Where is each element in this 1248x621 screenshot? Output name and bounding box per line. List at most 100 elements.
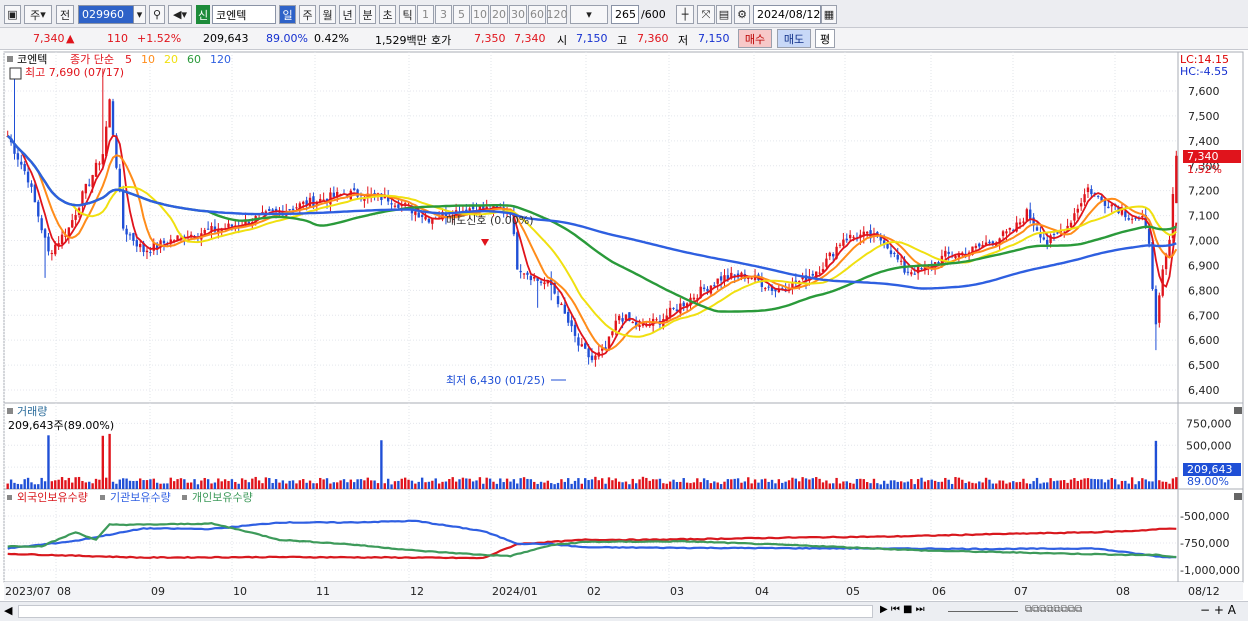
volume-bar	[1063, 480, 1066, 489]
interval-60[interactable]: 60	[528, 5, 546, 24]
volume-bar	[16, 483, 20, 489]
volume-bar	[563, 481, 567, 489]
interval-1[interactable]: 1	[417, 5, 434, 24]
date-input[interactable]: 2024/08/12	[753, 5, 821, 24]
candle-body	[1035, 227, 1039, 231]
crosshair-icon[interactable]: ⤧	[697, 5, 715, 24]
price-tick: 7,100	[1188, 210, 1220, 223]
candle-body	[893, 252, 896, 254]
play-controls-icon[interactable]: ▶ ⏮ ■ ⏭	[880, 604, 925, 615]
pane-close-icon[interactable]	[1234, 493, 1242, 500]
low-price: 7,150	[698, 32, 730, 45]
volume-bar	[1049, 478, 1052, 489]
volume-bar	[1018, 481, 1022, 489]
sell-button[interactable]: 매도	[777, 29, 811, 48]
stock-chart[interactable]: 6,400 6,500 6,600 6,700 6,800 6,900 7,000 7,100…	[0, 51, 1248, 601]
interval-30[interactable]: 30	[509, 5, 527, 24]
volume-bar	[961, 479, 964, 489]
buy-button[interactable]: 매수	[738, 29, 772, 48]
volume-bar	[118, 479, 121, 489]
candle-body	[1158, 295, 1161, 323]
period-5[interactable]: 초	[379, 5, 396, 24]
candle-body	[543, 282, 546, 285]
period-4[interactable]: 분	[359, 5, 376, 24]
volume-bar	[414, 483, 417, 489]
candle-body	[1175, 155, 1178, 204]
chart-type-select[interactable]: 주 ▾	[24, 5, 52, 24]
interval-5[interactable]: 5	[453, 5, 470, 24]
scroll-left-icon[interactable]: ◀	[4, 604, 12, 617]
volume-bar	[1052, 481, 1056, 489]
candle-body	[533, 276, 536, 279]
interval-3[interactable]: 3	[435, 5, 452, 24]
candle-body	[906, 271, 910, 273]
volume-bar	[281, 480, 285, 489]
sound-icon[interactable]: ◀▾	[168, 5, 192, 24]
volume-bar	[407, 479, 410, 489]
candle-body	[1168, 239, 1171, 256]
code-input[interactable]: 029960	[78, 5, 134, 24]
volume-bar	[865, 482, 869, 489]
candle-body	[403, 203, 407, 205]
prev-button[interactable]: 전	[56, 5, 74, 24]
interval-20[interactable]: 20	[490, 5, 508, 24]
candle-body	[47, 236, 50, 252]
price-tick: 6,900	[1188, 259, 1220, 272]
gear-icon[interactable]: ⚙	[734, 5, 750, 24]
volume-bar	[189, 482, 193, 489]
candle-body	[944, 250, 947, 257]
count-total: /600	[641, 8, 666, 21]
pane-icon	[7, 408, 13, 414]
candle-body	[974, 245, 978, 248]
layout-icon[interactable]: ▣	[4, 5, 21, 24]
pane-close-icon[interactable]	[1234, 407, 1242, 414]
interval-120[interactable]: 120	[547, 5, 568, 24]
search-icon[interactable]: ⚲	[149, 5, 165, 24]
candle-body	[427, 218, 431, 223]
candle-body	[420, 215, 424, 217]
code-dropdown-icon[interactable]: ▾	[134, 5, 146, 24]
volume-bar	[998, 480, 1001, 489]
interval-dropdown[interactable]: ▾	[570, 5, 608, 24]
volume-bar	[876, 483, 879, 489]
period-3[interactable]: 년	[339, 5, 356, 24]
period-1[interactable]: 주	[299, 5, 316, 24]
scroll-bar[interactable]: ◀ ▶ ⏮ ■ ⏭ ⧉⧉⧉⧉⧉⧉⧉⧉ − + A	[0, 601, 1248, 621]
volume-bar	[383, 483, 386, 489]
calendar-icon[interactable]: ▦	[821, 5, 837, 24]
tool-icons[interactable]: ⧉⧉⧉⧉⧉⧉⧉⧉	[1025, 604, 1082, 615]
scroll-track[interactable]	[18, 605, 873, 618]
volume-bar	[94, 478, 98, 489]
volume-bar	[940, 481, 944, 489]
volume-bar	[743, 481, 747, 489]
volume-bar	[706, 480, 709, 489]
period-2[interactable]: 월	[319, 5, 336, 24]
ma-legend-item: 20	[164, 53, 178, 66]
candle-body	[26, 171, 30, 183]
candle-icon[interactable]: ┼	[676, 5, 694, 24]
volume-bar	[98, 479, 101, 489]
zoom-icons[interactable]: − + A	[1200, 603, 1236, 617]
interval-10[interactable]: 10	[471, 5, 489, 24]
volume-bar	[502, 482, 505, 489]
volume-bar	[828, 483, 831, 489]
candle-body	[414, 211, 417, 215]
volume-bar	[230, 479, 234, 489]
calendar-icon[interactable]	[9, 67, 22, 80]
volume-bar	[1012, 481, 1015, 489]
candle-body	[764, 288, 767, 290]
volume-bar	[1025, 483, 1029, 489]
volume-bar	[84, 482, 88, 489]
save-icon[interactable]: ▤	[716, 5, 732, 24]
ma-legend-item: 10	[141, 53, 155, 66]
stock-name-field[interactable]: 코엔텍	[212, 5, 276, 24]
volume-bar	[105, 477, 108, 489]
period-0[interactable]: 일	[279, 5, 296, 24]
count-input[interactable]: 265	[611, 5, 639, 24]
period-6[interactable]: 틱	[399, 5, 416, 24]
volume-bar	[373, 480, 376, 489]
eval-button[interactable]: 평	[815, 29, 835, 48]
volume-bar	[522, 477, 526, 489]
x-axis-end-label: 08/12	[1188, 585, 1220, 598]
zoom-slider[interactable]	[948, 611, 1018, 612]
